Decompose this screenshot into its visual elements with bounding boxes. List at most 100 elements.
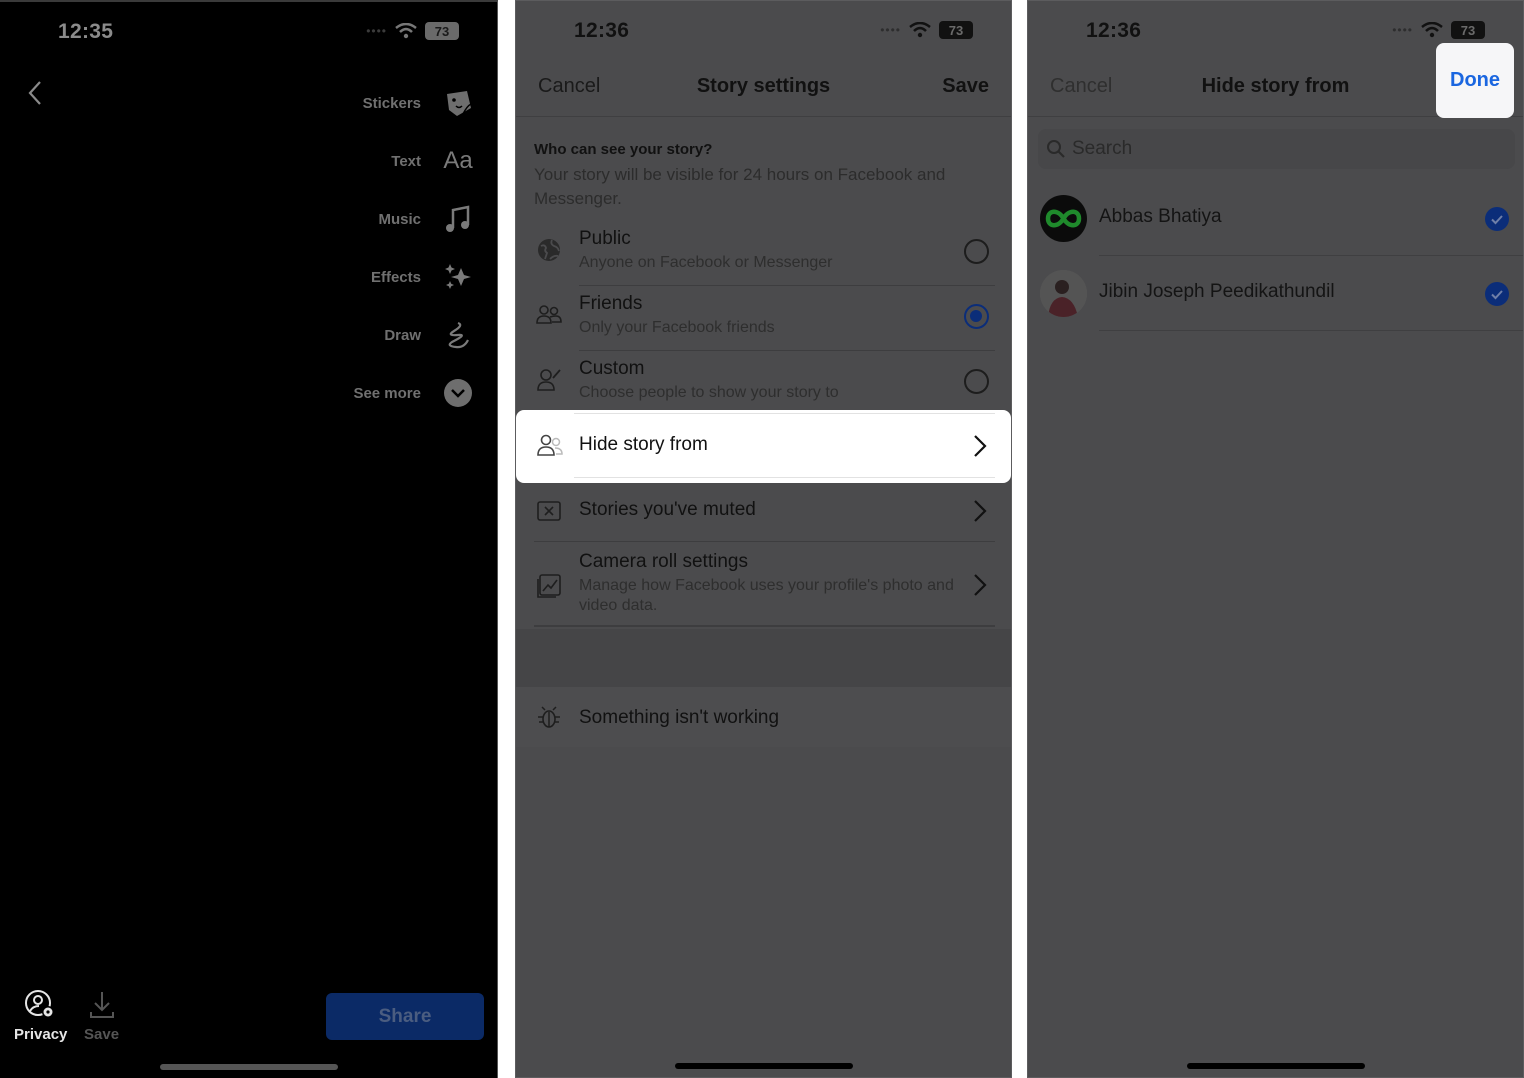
- person-row[interactable]: Jibin Joseph Peedikathundil: [1028, 256, 1523, 331]
- friends-icon: [536, 305, 562, 324]
- tool-label: Music: [378, 210, 421, 228]
- globe-icon: [538, 239, 560, 261]
- page-title: Story settings: [696, 75, 831, 97]
- editor-tools: Stickers Text Aa Music Effects Draw See …: [353, 74, 475, 422]
- stories-muted-row[interactable]: Stories you've muted: [516, 483, 1011, 543]
- home-indicator: [674, 1063, 853, 1069]
- battery-indicator: 73: [939, 21, 973, 39]
- hide-story-from-label: Hide story from: [579, 434, 708, 455]
- option-subtitle: Anyone on Facebook or Messenger: [579, 254, 833, 271]
- tool-draw[interactable]: Draw: [353, 306, 475, 364]
- option-custom[interactable]: Custom Choose people to show your story …: [516, 351, 1011, 416]
- share-button[interactable]: Share: [326, 993, 484, 1040]
- tool-label: Stickers: [362, 94, 421, 112]
- option-public[interactable]: Public Anyone on Facebook or Messenger: [516, 221, 1011, 286]
- home-indicator: [1186, 1063, 1365, 1069]
- something-wrong-label: Something isn't working: [579, 707, 780, 728]
- text-aa-icon: Aa: [443, 147, 473, 174]
- battery-indicator: 73: [425, 22, 459, 40]
- tool-music[interactable]: Music: [353, 190, 475, 248]
- music-note-icon: [441, 202, 475, 236]
- person-name: Abbas Bhatiya: [1099, 206, 1222, 227]
- privacy-gear-icon: [24, 990, 54, 1018]
- tool-label: Text: [391, 152, 421, 170]
- status-time: 12:36: [574, 19, 630, 42]
- chevron-right-icon: [974, 500, 987, 522]
- section-heading: Who can see your story?: [534, 141, 713, 158]
- back-chevron-icon[interactable]: [24, 78, 48, 108]
- done-button[interactable]: Done: [1436, 43, 1514, 118]
- person-photo-icon: [1040, 270, 1087, 317]
- status-icons: •••• 73: [880, 21, 973, 39]
- tool-see-more[interactable]: See more: [353, 364, 475, 422]
- scribble-icon: [441, 318, 475, 352]
- radio-public[interactable]: [964, 239, 989, 264]
- search-icon: [1047, 140, 1065, 158]
- avatar: [1040, 195, 1087, 242]
- option-subtitle: Only your Facebook friends: [579, 319, 775, 336]
- tool-text[interactable]: Text Aa: [353, 132, 475, 190]
- home-indicator: [159, 1064, 338, 1070]
- radio-friends-selected[interactable]: [964, 304, 989, 329]
- search-placeholder: Search: [1072, 138, 1133, 159]
- status-time: 12:36: [1086, 19, 1142, 42]
- hide-story-from-row[interactable]: Hide story from: [516, 410, 1011, 483]
- camera-roll-title: Camera roll settings: [579, 551, 748, 572]
- camera-roll-subtitle: Manage how Facebook uses your profile's …: [579, 577, 954, 614]
- stories-muted-label: Stories you've muted: [579, 499, 756, 520]
- option-title: Custom: [579, 358, 645, 379]
- tool-stickers[interactable]: Stickers: [353, 74, 475, 132]
- option-subtitle: Choose people to show your story to: [579, 384, 839, 401]
- custom-person-icon: [537, 369, 561, 391]
- status-icons: •••• 73: [1392, 21, 1485, 39]
- battery-indicator: 73: [1451, 21, 1485, 39]
- save-label: Save: [84, 1026, 120, 1043]
- checkmark-icon[interactable]: [1485, 207, 1509, 231]
- save-button[interactable]: Save: [84, 990, 119, 1043]
- section-gap: [516, 629, 1011, 687]
- option-title: Public: [579, 228, 631, 249]
- save-button[interactable]: Save: [942, 75, 989, 98]
- sparkles-icon: [441, 260, 475, 294]
- section-description: Your story will be visible for 24 hours …: [534, 165, 946, 208]
- chevron-right-icon: [974, 435, 987, 457]
- photo-icon: [537, 574, 561, 598]
- story-editor-screen: 12:35 •••• 73 Stickers Text Aa Music Eff…: [0, 0, 498, 1078]
- sticker-icon: [441, 86, 475, 120]
- report-problem-row[interactable]: Something isn't working: [516, 687, 1011, 747]
- muted-x-icon: [537, 501, 561, 521]
- download-icon: [89, 992, 114, 1018]
- hide-story-from-screen: 12:36 •••• 73 Cancel Hide story from Don…: [1027, 0, 1524, 1078]
- privacy-button[interactable]: Privacy: [14, 990, 67, 1043]
- avatar: [1040, 270, 1087, 317]
- radio-custom[interactable]: [964, 369, 989, 394]
- signal-icon: ••••: [366, 24, 387, 38]
- nav-bar: Cancel Story settings Save: [516, 63, 1011, 117]
- tool-label: Draw: [384, 326, 421, 344]
- tool-label: Effects: [370, 268, 421, 286]
- status-time: 12:35: [58, 20, 114, 43]
- bottom-action-bar: Privacy Save Share: [0, 978, 497, 1048]
- wifi-icon: [1421, 22, 1443, 38]
- checkmark-icon[interactable]: [1485, 282, 1509, 306]
- option-friends[interactable]: Friends Only your Facebook friends: [516, 286, 1011, 351]
- audience-options: Public Anyone on Facebook or Messenger F…: [516, 221, 1011, 416]
- search-field[interactable]: Search: [1038, 129, 1515, 169]
- option-title: Friends: [579, 293, 643, 314]
- person-row[interactable]: Abbas Bhatiya: [1028, 181, 1523, 256]
- status-icons: •••• 73: [366, 22, 459, 40]
- privacy-label: Privacy: [14, 1026, 68, 1043]
- person-name: Jibin Joseph Peedikathundil: [1099, 281, 1335, 302]
- hide-people-icon: [537, 434, 563, 456]
- signal-icon: ••••: [1392, 23, 1413, 37]
- story-settings-screen: 12:36 •••• 73 Cancel Story settings Save…: [515, 0, 1012, 1078]
- chevron-right-icon: [974, 574, 987, 596]
- chevron-down-circle-icon: [441, 376, 475, 410]
- camera-roll-row[interactable]: Camera roll settings Manage how Facebook…: [516, 543, 1011, 629]
- tool-effects[interactable]: Effects: [353, 248, 475, 306]
- bug-icon: [538, 706, 560, 728]
- signal-icon: ••••: [880, 23, 901, 37]
- wifi-icon: [909, 22, 931, 38]
- tool-label: See more: [353, 384, 421, 402]
- infinity-logo-icon: [1045, 209, 1082, 228]
